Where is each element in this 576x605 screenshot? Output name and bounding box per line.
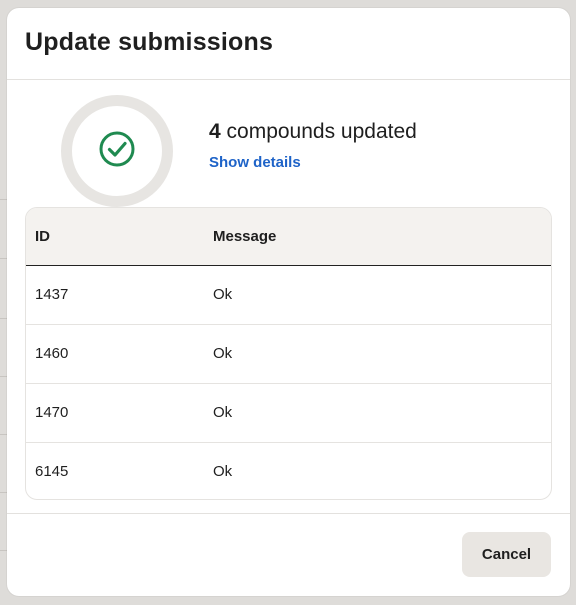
cell-message: Ok	[213, 324, 551, 384]
table-row[interactable]: 1437 Ok	[26, 265, 551, 325]
cell-id: 6145	[35, 463, 69, 480]
cell-message: Ok	[213, 463, 233, 480]
cell-id: 1437	[26, 265, 213, 325]
update-submissions-dialog: Update submissions 4 compounds updated S…	[7, 8, 570, 596]
updated-count-line: 4 compounds updated	[209, 120, 417, 144]
cell-message: Ok	[213, 383, 551, 443]
cell-message: Ok	[213, 265, 551, 325]
summary-text: 4 compounds updated Show details	[209, 120, 417, 172]
table-header-row: ID Message	[26, 208, 551, 266]
update-summary: 4 compounds updated Show details	[61, 95, 541, 207]
check-circle-icon	[99, 131, 135, 167]
column-header-id[interactable]: ID	[26, 208, 213, 266]
column-header-message[interactable]: Message	[213, 208, 551, 266]
table-row[interactable]: 1460 Ok	[26, 324, 551, 384]
cancel-button[interactable]: Cancel	[462, 532, 551, 577]
updated-label: compounds updated	[226, 120, 417, 143]
updated-count: 4	[209, 120, 221, 143]
dialog-title: Update submissions	[25, 28, 274, 56]
results-table: ID Message 1437 Ok 1460 Ok 1470 Ok 6145 …	[26, 208, 551, 499]
cell-id: 1460	[26, 324, 213, 384]
results-table-container: ID Message 1437 Ok 1460 Ok 1470 Ok 6145 …	[25, 207, 552, 500]
dialog-header: Update submissions	[7, 8, 570, 80]
table-row[interactable]: 6145 Ok	[26, 442, 551, 499]
cell-id: 1470	[26, 383, 213, 443]
table-row[interactable]: 1470 Ok	[26, 383, 551, 443]
show-details-link[interactable]: Show details	[209, 154, 301, 171]
dialog-footer: Cancel	[7, 513, 570, 596]
